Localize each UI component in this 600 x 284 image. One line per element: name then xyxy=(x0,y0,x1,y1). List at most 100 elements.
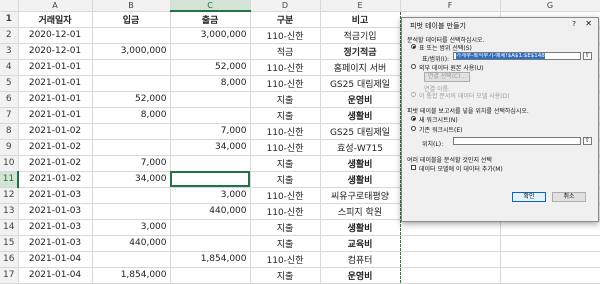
row-header[interactable]: 1 xyxy=(0,11,19,28)
cell-withdrawal[interactable] xyxy=(170,155,251,172)
cell-memo[interactable]: 적금기입 xyxy=(320,27,401,44)
cell-category[interactable]: 110-신한 xyxy=(250,203,321,220)
cell-date[interactable]: 2021-01-04 xyxy=(17,267,93,284)
cell-deposit[interactable] xyxy=(92,59,171,76)
cell-memo[interactable]: 정기적금 xyxy=(320,43,401,60)
cell-category[interactable]: 지출 xyxy=(250,91,321,108)
cell-memo[interactable]: 생활비 xyxy=(320,155,401,172)
cell-category[interactable]: 110-신한 xyxy=(250,75,321,92)
row-header[interactable]: 11 xyxy=(0,171,19,188)
help-icon[interactable]: ? xyxy=(572,20,576,28)
cell-date[interactable]: 2021-01-04 xyxy=(17,251,93,268)
cell-date[interactable]: 2021-01-02 xyxy=(17,171,93,188)
cell-withdrawal[interactable] xyxy=(170,43,251,60)
add-to-data-model-checkbox[interactable] xyxy=(411,165,416,170)
cancel-button[interactable]: 취소 xyxy=(552,192,586,202)
cell-date[interactable]: 2020-12-01 xyxy=(17,43,93,60)
row-header[interactable]: 14 xyxy=(0,219,19,236)
cell-memo[interactable]: 홈페이지 서버 xyxy=(320,59,401,76)
cell-deposit[interactable]: 34,000 xyxy=(92,171,171,188)
cell-date[interactable]: 2021-01-03 xyxy=(17,187,93,204)
row-header[interactable]: 2 xyxy=(0,27,19,44)
column-header-a[interactable]: A xyxy=(18,0,93,12)
range-picker-icon[interactable]: ⇧ xyxy=(583,52,592,60)
cell-date[interactable]: 2021-01-01 xyxy=(17,59,93,76)
location-input[interactable] xyxy=(453,137,581,145)
column-header-c[interactable]: C xyxy=(170,0,251,12)
cell-deposit[interactable]: 52,000 xyxy=(92,91,171,108)
cell-deposit[interactable] xyxy=(92,251,171,268)
cell-memo[interactable]: 교육비 xyxy=(320,235,401,252)
row-header[interactable]: 17 xyxy=(0,267,19,284)
cell-category[interactable]: 지출 xyxy=(250,235,321,252)
cell-memo[interactable]: 효성-W715 xyxy=(320,139,401,156)
row-header[interactable]: 10 xyxy=(0,155,19,172)
column-header-e[interactable]: E xyxy=(320,0,401,12)
cell-withdrawal[interactable]: 3,000 xyxy=(170,187,251,204)
radio-data-model[interactable] xyxy=(411,92,416,97)
column-header-f[interactable]: F xyxy=(400,0,501,12)
cell-withdrawal[interactable] xyxy=(170,267,251,284)
cell[interactable] xyxy=(500,267,600,284)
cell-category[interactable]: 110-신한 xyxy=(250,59,321,76)
close-icon[interactable]: ✕ xyxy=(585,19,592,28)
cell[interactable] xyxy=(400,251,501,268)
cell-memo[interactable]: 스피지 학원 xyxy=(320,203,401,220)
row-header[interactable]: 12 xyxy=(0,187,19,204)
active-cell[interactable] xyxy=(170,171,251,188)
cell-memo[interactable]: 운영비 xyxy=(320,91,401,108)
cell-memo[interactable]: 컴퓨터 xyxy=(320,251,401,268)
cell[interactable] xyxy=(500,235,600,252)
row-header[interactable]: 9 xyxy=(0,139,19,156)
cell-deposit[interactable] xyxy=(92,75,171,92)
cell-date[interactable]: 2021-01-03 xyxy=(17,219,93,236)
header-cell-deposit[interactable]: 입금 xyxy=(92,11,171,28)
header-cell-memo[interactable]: 비고 xyxy=(320,11,401,28)
cell-deposit[interactable]: 7,000 xyxy=(92,155,171,172)
row-header[interactable]: 8 xyxy=(0,123,19,140)
row-header[interactable]: 3 xyxy=(0,43,19,60)
cell-deposit[interactable] xyxy=(92,139,171,156)
cell-memo[interactable]: GS25 대림제일 xyxy=(320,75,401,92)
radio-new-worksheet[interactable] xyxy=(411,116,416,121)
cell-deposit[interactable]: 8,000 xyxy=(92,107,171,124)
cell-category[interactable]: 110-신한 xyxy=(250,139,321,156)
radio-table-range[interactable] xyxy=(411,44,416,49)
cell-deposit[interactable] xyxy=(92,27,171,44)
cell-category[interactable]: 지출 xyxy=(250,171,321,188)
choose-connection-button[interactable]: 연결 선택(C)... xyxy=(424,72,470,82)
cell-category[interactable]: 110-신한 xyxy=(250,27,321,44)
header-cell-withdrawal[interactable]: 출금 xyxy=(170,11,251,28)
row-header[interactable]: 5 xyxy=(0,75,19,92)
cell-withdrawal[interactable] xyxy=(170,91,251,108)
cell-memo[interactable]: 생활비 xyxy=(320,171,401,188)
cell-withdrawal[interactable]: 7,000 xyxy=(170,123,251,140)
cell-category[interactable]: 110-신한 xyxy=(250,123,321,140)
cell-date[interactable]: 2021-01-01 xyxy=(17,107,93,124)
cell[interactable] xyxy=(400,267,501,284)
cell-withdrawal[interactable]: 34,000 xyxy=(170,139,251,156)
cell-date[interactable]: 2021-01-01 xyxy=(17,75,93,92)
cell-deposit[interactable] xyxy=(92,187,171,204)
cell-date[interactable]: 2021-01-02 xyxy=(17,139,93,156)
cell-withdrawal[interactable] xyxy=(170,219,251,236)
cell-withdrawal[interactable] xyxy=(170,235,251,252)
cell-memo[interactable]: 운영비 xyxy=(320,267,401,284)
cell-category[interactable]: 110-신한 xyxy=(250,187,321,204)
row-header[interactable]: 7 xyxy=(0,107,19,124)
column-header-b[interactable]: B xyxy=(92,0,171,12)
cell[interactable] xyxy=(400,235,501,252)
cell-withdrawal[interactable]: 3,000,000 xyxy=(170,27,251,44)
cell-date[interactable]: 2021-01-02 xyxy=(17,155,93,172)
cell-deposit[interactable]: 3,000,000 xyxy=(92,43,171,60)
cell-date[interactable]: 2020-12-01 xyxy=(17,27,93,44)
select-all-corner[interactable] xyxy=(0,0,19,12)
cell-deposit[interactable]: 1,854,000 xyxy=(92,267,171,284)
column-header-d[interactable]: D xyxy=(250,0,321,12)
cell-category[interactable]: 지출 xyxy=(250,107,321,124)
cell-withdrawal[interactable]: 1,854,000 xyxy=(170,251,251,268)
cell-withdrawal[interactable]: 8,000 xyxy=(170,75,251,92)
cell-date[interactable]: 2021-01-02 xyxy=(17,123,93,140)
cell-deposit[interactable] xyxy=(92,123,171,140)
cell-memo[interactable]: 생활비 xyxy=(320,219,401,236)
